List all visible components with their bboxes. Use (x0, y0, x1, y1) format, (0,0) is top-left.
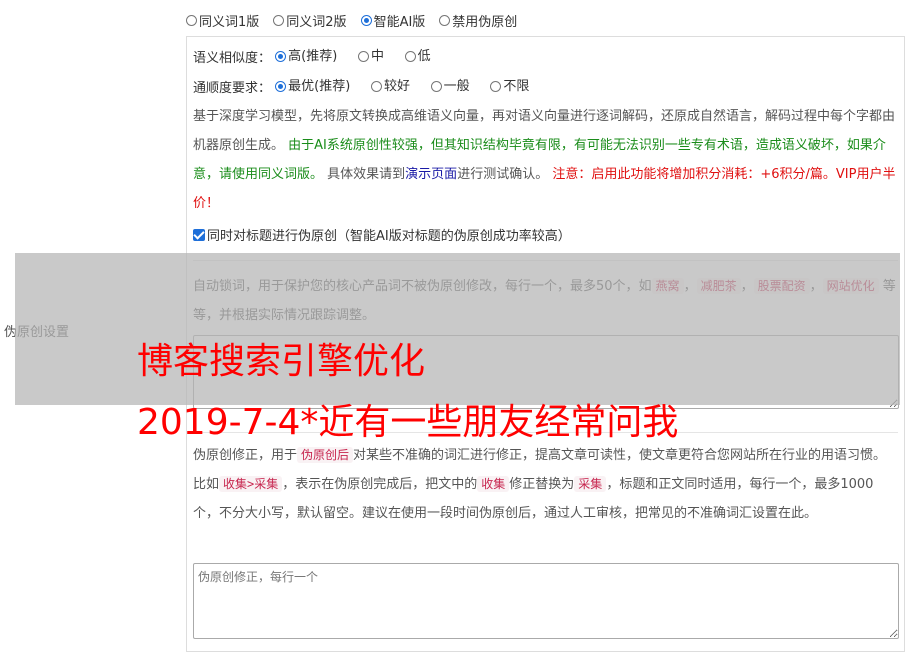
lock-words-description: 自动锁词，用于保护您的核心产品词不被伪原创修改，每行一个，最多50个，如 燕窝，减… (193, 278, 896, 323)
correction-description: 伪原创修正，用于 伪原创后 对某些不准确的词汇进行修正，提高文章可读性，使文章更符合… (193, 447, 887, 521)
radio-icon[interactable] (186, 14, 197, 26)
demo-page-link[interactable]: 演示页面 (405, 167, 457, 182)
similarity-option-high[interactable]: 高(推荐) (275, 42, 337, 71)
correction-textarea[interactable] (193, 563, 899, 639)
radio-selected-icon[interactable] (275, 81, 287, 92)
example-tag: 网站优化 (822, 278, 879, 294)
version-option-disable[interactable]: 禁用伪原创 (439, 11, 517, 30)
example-tag: 股票配资 (753, 278, 810, 294)
title-rewrite-checkbox[interactable]: 同时对标题进行伪原创（智能AI版对标题的伪原创成功率较高） (193, 229, 571, 244)
fluency-option-good[interactable]: 较好 (370, 72, 410, 101)
fluency-label: 通顺度要求： (193, 81, 272, 96)
radio-selected-icon[interactable] (275, 51, 287, 62)
version-radio-group: 同义词1版 同义词2版 智能AI版 禁用伪原创 (186, 10, 517, 30)
similarity-row: 语义相似度： 高(推荐) 中 低 (193, 42, 898, 73)
code-tag: 采集 (574, 476, 607, 492)
title-checkbox-row: 同时对标题进行伪原创（智能AI版对标题的伪原创成功率较高） (193, 222, 898, 251)
code-tag: 伪原创后 (297, 447, 354, 463)
similarity-label: 语义相似度： (193, 51, 272, 66)
similarity-option-mid[interactable]: 中 (357, 42, 384, 71)
similarity-option-low[interactable]: 低 (404, 42, 431, 71)
fluency-option-best[interactable]: 最优(推荐) (275, 72, 350, 101)
radio-icon[interactable] (404, 51, 416, 62)
section-divider (193, 260, 898, 261)
watermark-subtitle: 2019-7-4*近有一些朋友经常问我 (137, 402, 679, 443)
radio-icon[interactable] (490, 81, 502, 92)
ai-description: 基于深度学习模型，先将原文转换成高维语义向量，再对语义向量进行逐词解码，还原成自… (193, 109, 896, 211)
radio-icon[interactable] (357, 51, 369, 62)
settings-row-label: 伪原创设置 (4, 325, 70, 340)
watermark-title: 博客搜索引擎优化 (137, 341, 426, 382)
radio-icon[interactable] (370, 81, 382, 92)
radio-icon[interactable] (430, 81, 442, 92)
version-option-synonym2[interactable]: 同义词2版 (273, 11, 347, 30)
fluency-row: 通顺度要求： 最优(推荐) 较好 一般 不限 (193, 72, 898, 103)
fluency-option-any[interactable]: 不限 (490, 72, 529, 101)
checkbox-checked-icon[interactable] (193, 229, 205, 241)
example-tag: 燕窝 (651, 278, 684, 294)
radio-icon[interactable] (273, 14, 285, 26)
version-option-ai[interactable]: 智能AI版 (360, 11, 425, 30)
example-tag: 减肥茶 (696, 278, 741, 294)
radio-selected-icon[interactable] (360, 14, 372, 26)
fluency-option-normal[interactable]: 一般 (430, 72, 470, 101)
version-option-synonym1[interactable]: 同义词1版 (186, 11, 259, 30)
code-tag: 收集>采集 (219, 476, 283, 492)
radio-icon[interactable] (439, 14, 451, 26)
code-tag: 收集 (477, 476, 510, 492)
